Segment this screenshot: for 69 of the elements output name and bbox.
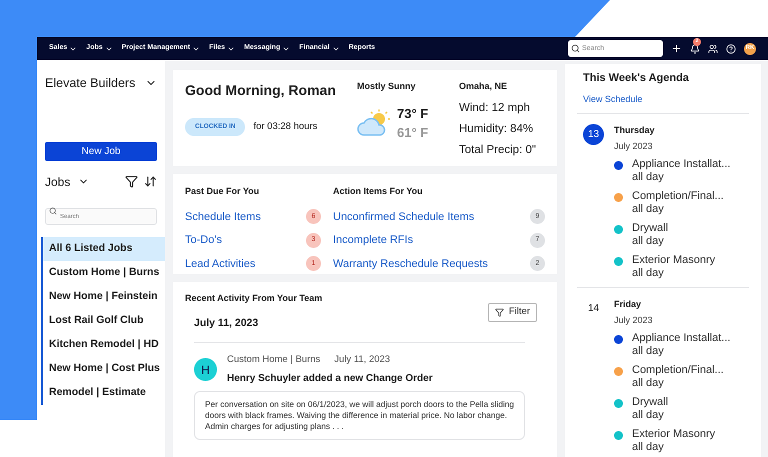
activity-date: July 11, 2023 <box>194 316 258 332</box>
job-list-item[interactable]: Kitchen Remodel | HD <box>43 332 165 357</box>
filter-icon <box>494 308 504 317</box>
event-time: all day <box>632 377 665 390</box>
day-number: 13 <box>583 124 604 145</box>
section-title: Action Items For You <box>333 185 424 198</box>
plus-icon[interactable] <box>671 43 682 54</box>
bell-icon[interactable] <box>690 44 700 54</box>
search-icon <box>49 206 57 215</box>
weather-condition: Mostly Sunny <box>357 80 417 93</box>
jobs-dropdown[interactable]: Jobs <box>45 172 90 191</box>
weather-detail: Wind: 12 mph <box>459 100 531 116</box>
month-label: July 2023 <box>614 314 654 327</box>
event-name[interactable]: Exterior Masonry <box>632 254 716 267</box>
section-title: Past Due For You <box>185 185 260 198</box>
filter-button[interactable]: Filter <box>488 303 537 322</box>
weather-detail: Humidity: 84% <box>459 122 534 137</box>
filter-icon[interactable] <box>125 175 138 188</box>
job-list-item[interactable]: Custom Home | Burns <box>43 260 165 285</box>
event-time: all day <box>632 235 665 248</box>
clock-duration: for 03:28 hours <box>253 120 318 134</box>
weather-location: Omaha, NE <box>459 80 508 93</box>
item-link[interactable]: Schedule Items <box>185 208 261 225</box>
cloud-sun-icon <box>357 109 391 137</box>
item-link[interactable]: To-Do's <box>185 232 222 248</box>
company-dropdown[interactable]: Elevate Builders <box>37 74 165 93</box>
weather-detail: Total Precip: 0" <box>459 143 536 158</box>
event-time: all day <box>632 409 665 422</box>
job-list-item[interactable]: New Home | Feinstein <box>43 284 165 309</box>
event-name[interactable]: Drywall <box>632 396 668 409</box>
event-name[interactable]: Appliance Installat... <box>632 158 730 171</box>
agenda-title: This Week's Agenda <box>583 71 690 86</box>
activity-description: Per conversation on site on 06/1/2023, we will adjust porch doors to the Pella sliding doors with black frames. Waiving the difference in material price. No labor change. Admin charges for adjusting plans . . . <box>194 391 525 440</box>
item-link[interactable]: Warranty Reschedule Requests <box>333 256 488 272</box>
activity-date: July 11, 2023 <box>334 353 390 367</box>
event-time: all day <box>632 441 665 454</box>
item-link[interactable]: Incomplete RFIs <box>333 232 414 248</box>
view-schedule-link[interactable]: View Schedule <box>583 92 743 106</box>
event-name[interactable]: Drywall <box>632 222 668 235</box>
job-list-item[interactable]: Remodel | Estimate <box>43 380 165 405</box>
greeting-title: Good Morning, Roman <box>185 81 337 100</box>
section-title: Recent Activity From Your Team <box>185 292 324 303</box>
activity-headline: Henry Schuyler added a new Change Order <box>227 372 433 386</box>
event-name[interactable]: Completion/Final... <box>632 364 724 377</box>
job-list-item[interactable]: All 6 Listed Jobs <box>43 236 165 261</box>
user-avatar: H <box>194 358 217 382</box>
event-time: all day <box>632 203 665 216</box>
people-icon[interactable] <box>708 44 718 54</box>
event-name[interactable]: Completion/Final... <box>632 190 724 203</box>
low-temperature: 61° F <box>397 124 428 142</box>
month-label: July 2023 <box>614 140 654 153</box>
event-time: all day <box>632 267 665 280</box>
event-time: all day <box>632 171 665 184</box>
job-list-item[interactable]: New Home | Cost Plus <box>43 356 165 381</box>
event-time: all day <box>632 345 665 358</box>
weekday: Friday <box>614 298 642 311</box>
job-list-item[interactable]: Lost Rail Golf Club <box>43 308 165 333</box>
event-name[interactable]: Appliance Installat... <box>632 332 730 345</box>
weekday: Thursday <box>614 124 656 137</box>
high-temperature: 73° F <box>397 104 428 122</box>
event-name[interactable]: Exterior Masonry <box>632 428 716 441</box>
new-job-button[interactable]: New Job <box>45 142 157 161</box>
sort-icon[interactable] <box>144 175 157 188</box>
day-number: 14 <box>586 302 600 316</box>
item-link[interactable]: Lead Activities <box>185 256 256 272</box>
search-icon <box>571 44 580 53</box>
help-icon[interactable] <box>726 44 736 54</box>
item-link[interactable]: Unconfirmed Schedule Items <box>333 208 474 225</box>
activity-job: Custom Home | Burns <box>227 353 320 367</box>
